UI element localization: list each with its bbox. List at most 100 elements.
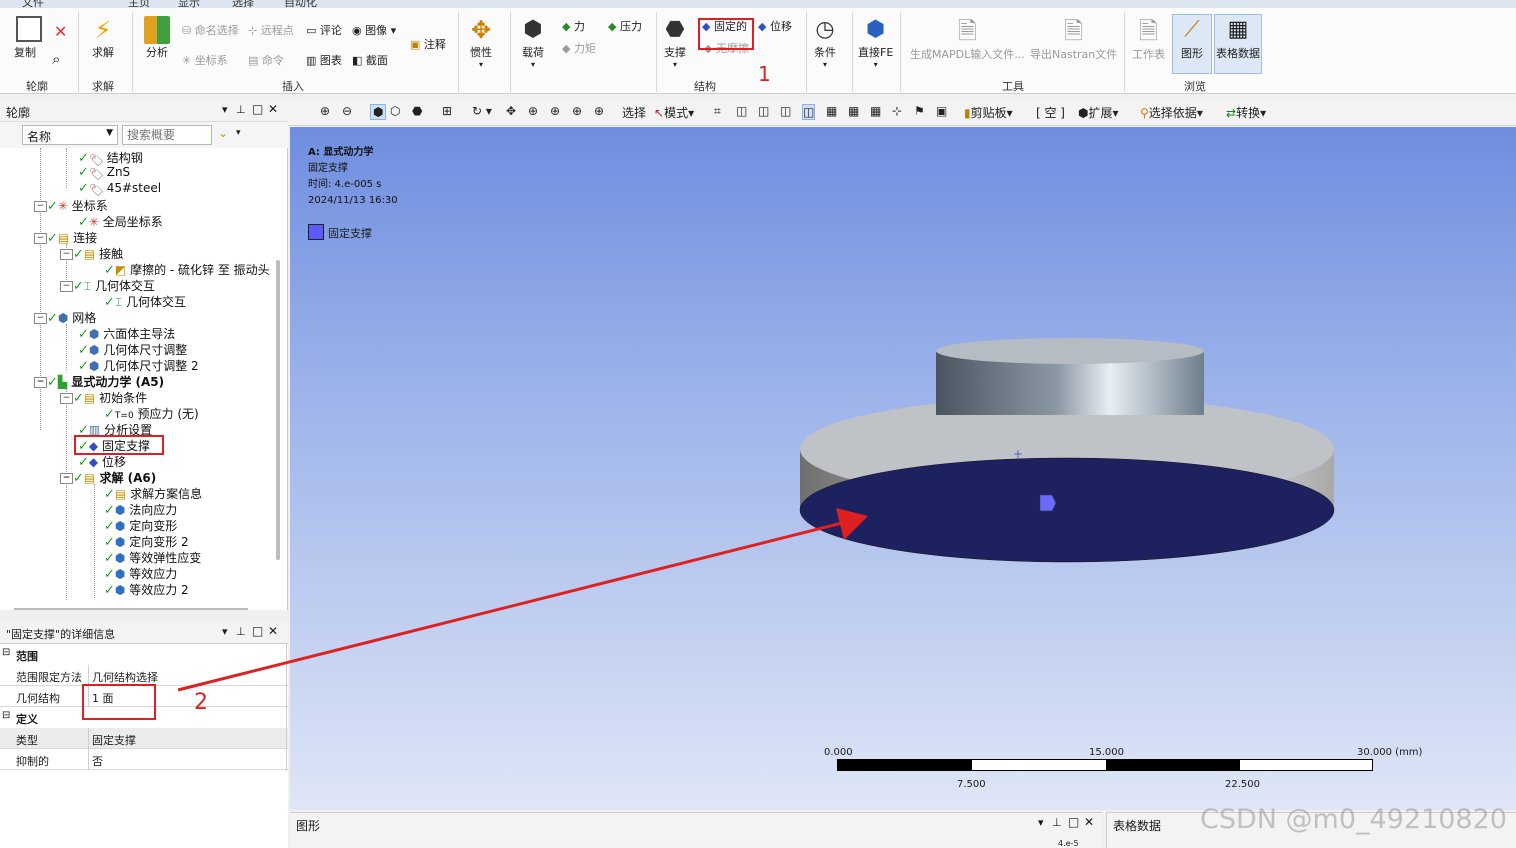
tree-item-connections[interactable]: − ✓▤ 连接 [34, 229, 97, 246]
tree-item-frictional-contact[interactable]: ✓◩ 摩擦的 - 硫化锌 至 振动头 [104, 261, 270, 278]
graph-toggle-button[interactable]: ⟋ 图形 [1172, 14, 1212, 74]
search-icon[interactable]: ⌕ [52, 50, 60, 68]
wireframe-icon[interactable]: ⬡ [390, 104, 400, 118]
move-icon[interactable]: ✥ [506, 104, 516, 118]
close-icon[interactable]: ✕ [1084, 815, 1094, 829]
filter-dropdown-icon[interactable]: ▾ [236, 128, 241, 138]
pin-panel-icon[interactable]: ⊥ [1052, 816, 1062, 829]
zoom-in-icon[interactable]: ⊕ [528, 104, 538, 118]
expand-chevron-icon[interactable]: ⌄ [218, 126, 228, 140]
label-icon[interactable]: ⚑ [914, 104, 925, 118]
select-face-active-icon[interactable]: ◫ [802, 104, 816, 120]
base-disc[interactable]: + [799, 397, 1335, 563]
select-element-icon[interactable]: ▦ [848, 104, 859, 118]
select-by-dropdown[interactable]: ⚲选择依据▾ [1140, 104, 1203, 121]
zoom-fit-icon[interactable]: ⊕ [320, 104, 330, 118]
pan-icon[interactable]: ⊞ [442, 104, 452, 118]
tab-display[interactable]: 显示 [178, 0, 200, 8]
zoom-box-icon[interactable]: ⊖ [342, 104, 352, 118]
model-render[interactable]: + [290, 127, 1516, 810]
section-button[interactable]: ◧ 截面 [352, 52, 388, 68]
clipboard-dropdown[interactable]: ▮剪贴板▾ [964, 104, 1013, 121]
tree-item-displacement[interactable]: ✓◆ 位移 [78, 453, 126, 470]
maximize-icon[interactable]: □ [252, 102, 263, 116]
zoom-to-fit-icon[interactable]: ⊕ [572, 104, 582, 118]
pin-panel-icon[interactable]: ⊥ [236, 103, 246, 116]
tree-item-body-sizing[interactable]: ✓⬢ 几何体尺寸调整 [78, 341, 187, 358]
solve-button[interactable]: ⚡ 求解 [92, 16, 114, 60]
rotate-icon[interactable]: ↻ ▾ [472, 104, 492, 118]
tree-item-body-interaction[interactable]: ✓⌶ 几何体交互 [104, 293, 186, 310]
comment-button[interactable]: ▭ 评论 [306, 22, 342, 38]
tab-automation[interactable]: 自动化 [284, 0, 317, 8]
tree-item-body-sizing-2[interactable]: ✓⬢ 几何体尺寸调整 2 [78, 357, 199, 374]
tab-file[interactable]: 文件 [22, 0, 44, 8]
render-icon[interactable]: ▣ [936, 104, 947, 118]
worksheet-button[interactable]: 🗎 工作表 [1132, 16, 1165, 62]
moment-button[interactable]: ◆ 力矩 [562, 40, 596, 56]
select-label[interactable]: 选择 [622, 104, 646, 121]
tree-item-equivalent-stress-2[interactable]: ✓⬢ 等效应力 2 [104, 581, 189, 598]
coordinate-system-button[interactable]: ✳ 坐标系 [182, 52, 228, 68]
edges-icon[interactable]: ⬣ [412, 104, 422, 118]
mode-dropdown[interactable]: ↖模式▾ [654, 104, 694, 121]
copy-button[interactable]: 复制 [14, 16, 42, 60]
named-selection-button[interactable]: ⛁ 命名选择 [182, 22, 239, 38]
panel-menu-icon[interactable]: ▾ [222, 625, 228, 638]
chart-button[interactable]: ▥ 图表 [306, 52, 342, 68]
tree-item-hex-dominant[interactable]: ✓⬢ 六面体主导法 [78, 325, 175, 342]
collapse-icon[interactable]: − [34, 313, 47, 324]
loads-button[interactable]: ⬢ 载荷 ▾ [522, 16, 544, 69]
tree-item-explicit-dynamics[interactable]: − ✓▙ 显式动力学 (A5) [34, 373, 164, 390]
tree-item-normal-stress[interactable]: ✓⬢ 法向应力 [104, 501, 177, 518]
scope-section[interactable]: ⊟ 范围 [0, 644, 288, 665]
collapse-icon[interactable]: − [60, 281, 73, 292]
graphics-viewport[interactable]: A: 显式动力学 固定支撑 时间: 4.e-005 s 2024/11/13 1… [290, 127, 1516, 810]
close-icon[interactable]: ✕ [268, 624, 278, 638]
outline-h-scrollbar[interactable] [14, 608, 248, 610]
selected-bottom-face[interactable] [799, 457, 1335, 563]
panel-menu-icon[interactable]: ▾ [1038, 816, 1044, 829]
displacement-button[interactable]: ◆ 位移 [758, 18, 792, 34]
collapse-icon[interactable]: − [60, 249, 73, 260]
collapse-icon[interactable]: ⊟ [2, 710, 10, 721]
tree-item-initial-conditions[interactable]: − ✓▤ 初始条件 [60, 389, 147, 406]
name-filter-select[interactable]: 名称 ▼ [22, 125, 118, 145]
row-value[interactable]: 否 [92, 753, 103, 769]
panel-menu-icon[interactable]: ▾ [222, 103, 228, 116]
select-body-icon[interactable]: ◫ [780, 104, 791, 118]
search-outline-input[interactable] [122, 125, 212, 145]
tree-item-body-interactions[interactable]: − ✓⌶ 几何体交互 [60, 277, 155, 294]
collapse-icon[interactable]: ⊟ [2, 647, 10, 658]
magnifier-icon[interactable]: ⊕ [594, 104, 604, 118]
select-node-icon[interactable]: ▦ [826, 104, 837, 118]
maximize-icon[interactable]: □ [252, 624, 263, 638]
coordinates-icon[interactable]: ⊹ [892, 104, 902, 118]
select-vertex-icon[interactable]: ⌗ [714, 104, 721, 119]
conditions-button[interactable]: ◷ 条件 ▾ [814, 16, 836, 69]
tree-item-structural-steel[interactable]: ✓🏷 结构钢 [78, 149, 143, 167]
collapse-icon[interactable]: − [34, 377, 47, 388]
collapse-icon[interactable]: − [60, 393, 73, 404]
select-face-icon[interactable]: ◫ [758, 104, 769, 118]
collapse-icon[interactable]: − [34, 201, 47, 212]
remote-point-button[interactable]: ⊹ 远程点 [248, 22, 294, 38]
tabular-data-toggle-button[interactable]: ▦ 表格数据 [1214, 14, 1262, 74]
shaded-icon[interactable]: ⬢ [370, 104, 387, 120]
tab-select[interactable]: 选择 [232, 0, 254, 8]
tree-item-mesh[interactable]: − ✓⬢ 网格 [34, 309, 96, 326]
select-edge-icon[interactable]: ◫ [736, 104, 747, 118]
delete-icon[interactable]: ✕ [54, 22, 67, 41]
row-value[interactable]: 几何结构选择 [92, 669, 158, 685]
tree-item-zns[interactable]: ✓🏷 ZnS [78, 165, 130, 181]
tree-item-prestress[interactable]: ✓T=0 预应力 (无) [104, 405, 199, 422]
tree-item-directional-deformation[interactable]: ✓⬢ 定向变形 [104, 517, 177, 534]
image-button[interactable]: ◉ 图像 ▾ [352, 22, 396, 38]
force-button[interactable]: ◆ 力 [562, 18, 585, 34]
pin-panel-icon[interactable]: ⊥ [236, 625, 246, 638]
command-button[interactable]: ▤ 命令 [248, 52, 284, 68]
tree-item-45steel[interactable]: ✓🏷 45#steel [78, 181, 161, 197]
select-mesh-icon[interactable]: ▦ [870, 104, 881, 118]
inertia-button[interactable]: ✥ 惯性 ▾ [470, 16, 492, 69]
convert-dropdown[interactable]: ⇄转换▾ [1226, 104, 1266, 121]
